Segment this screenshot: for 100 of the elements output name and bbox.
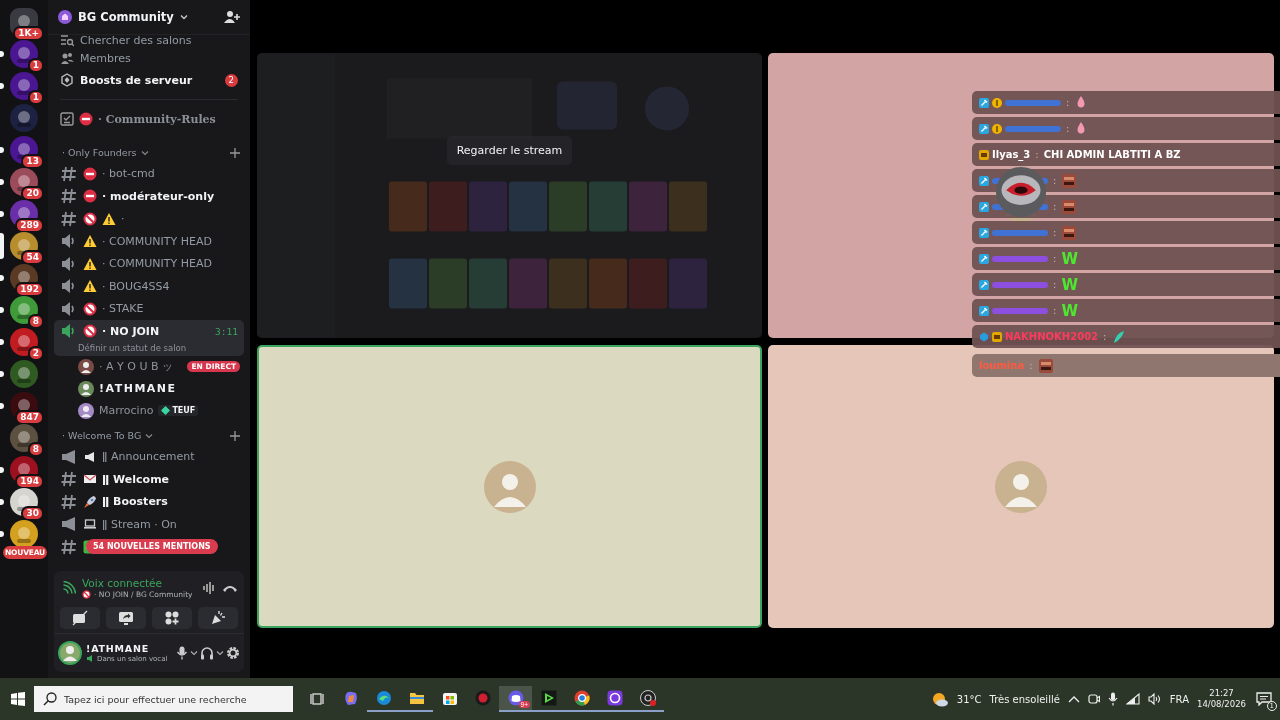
- server-icon[interactable]: [10, 424, 38, 452]
- language-indicator[interactable]: FRA: [1169, 693, 1189, 705]
- avatar[interactable]: [58, 641, 82, 665]
- face-emote-icon: [1061, 224, 1078, 241]
- disconnect-icon[interactable]: [222, 583, 238, 593]
- nav-item[interactable]: Membres: [80, 51, 131, 65]
- category-name[interactable]: · Only Founders: [62, 147, 137, 158]
- channel-name[interactable]: · COMMUNITY HEAD: [102, 257, 212, 271]
- task-view-icon: [309, 690, 326, 706]
- channel-name[interactable]: · NO JOIN: [102, 324, 160, 338]
- invite-icon[interactable]: [224, 10, 240, 24]
- megaphone-icon: [60, 515, 78, 534]
- volume-icon[interactable]: [1147, 693, 1162, 705]
- separator-colon: :: [1029, 360, 1033, 371]
- chevron-down-icon[interactable]: [140, 148, 149, 157]
- warning-icon: [83, 256, 97, 271]
- server-name[interactable]: BG Community: [78, 10, 174, 24]
- search-icon: [43, 692, 57, 706]
- moderator-badge-icon: [979, 175, 989, 186]
- server-icon[interactable]: [10, 296, 38, 324]
- microphone-icon[interactable]: [176, 646, 188, 660]
- speaker-icon: [86, 654, 95, 663]
- windows-start-icon[interactable]: [11, 692, 25, 706]
- separator-colon: :: [1103, 331, 1107, 342]
- store-icon: [441, 690, 458, 706]
- channel-name[interactable]: · Community-Rules: [98, 112, 216, 126]
- server-icon[interactable]: [10, 328, 38, 356]
- server-icon[interactable]: [58, 10, 72, 24]
- channel-name[interactable]: ǁ Boosters: [102, 495, 168, 509]
- server-icon[interactable]: [10, 72, 38, 100]
- watch-stream-button[interactable]: Regarder le stream: [446, 136, 573, 165]
- separator-colon: :: [1053, 279, 1057, 290]
- channel-name[interactable]: · bot-cmd: [102, 167, 155, 181]
- server-icon[interactable]: [10, 520, 38, 548]
- camera-off-icon: [72, 610, 88, 626]
- chat-text: CHI ADMIN LABTITI A BZ: [1043, 149, 1181, 160]
- app-icon: [540, 690, 557, 706]
- channel-name[interactable]: ·: [121, 212, 125, 226]
- coin-icon: [992, 97, 1002, 108]
- prohibited-icon: [83, 324, 97, 339]
- add-channel-icon[interactable]: [230, 430, 240, 441]
- moderator-badge-icon: [979, 305, 989, 316]
- members-icon[interactable]: [60, 51, 74, 65]
- category-name[interactable]: · Welcome To BG: [62, 430, 142, 441]
- voice-control-button[interactable]: [60, 607, 100, 629]
- channel-status[interactable]: Définir un statut de salon: [54, 342, 244, 353]
- nav-item[interactable]: Chercher des salons: [80, 35, 192, 47]
- server-icon[interactable]: [10, 40, 38, 68]
- chevron-up-icon[interactable]: [1067, 694, 1080, 704]
- boost-icon[interactable]: [60, 73, 74, 87]
- chat-text: W: [1061, 301, 1078, 320]
- rocket-icon: [83, 494, 97, 509]
- unread-badge: 13: [21, 154, 44, 169]
- channel-name[interactable]: ǁ Welcome: [102, 472, 170, 486]
- settings-icon[interactable]: [226, 646, 240, 660]
- headphones-icon[interactable]: [200, 646, 214, 660]
- channel-name[interactable]: ǁ Announcement: [102, 450, 195, 464]
- voice-control-button[interactable]: [106, 607, 146, 629]
- clock-time[interactable]: 21:27: [1209, 688, 1234, 699]
- chevron-down-icon[interactable]: [190, 649, 198, 657]
- channel-name[interactable]: · modérateur-only: [102, 189, 215, 203]
- clock-date[interactable]: 14/08/2026: [1197, 699, 1246, 710]
- member-name[interactable]: Marrocino: [99, 404, 154, 417]
- search-channels-icon[interactable]: [60, 35, 74, 47]
- voice-control-button[interactable]: [152, 607, 192, 629]
- add-channel-icon[interactable]: [230, 147, 240, 158]
- chevron-down-icon[interactable]: [179, 13, 188, 21]
- coin-icon: [992, 123, 1002, 134]
- microphone-icon[interactable]: [1107, 692, 1118, 706]
- mentions-badge[interactable]: 54 NOUVELLES MENTIONS: [86, 538, 218, 554]
- selected-channel[interactable]: · NO JOIN 3:11 Définir un statut de salon: [54, 320, 244, 356]
- folder-icon: [408, 690, 425, 706]
- unread-badge: 194: [15, 474, 44, 489]
- channel-name[interactable]: · COMMUNITY HEAD: [102, 234, 212, 248]
- video-tile[interactable]: Regarder le stream: [257, 53, 762, 338]
- warning-icon: [102, 211, 116, 226]
- chevron-down-icon[interactable]: [145, 431, 154, 440]
- video-tile[interactable]: [257, 345, 762, 628]
- member-name[interactable]: · A Y O U B ッ: [99, 359, 173, 374]
- noise-suppression-icon[interactable]: [202, 581, 216, 595]
- notifications-icon[interactable]: [1256, 692, 1272, 706]
- face-emote-icon: [1061, 172, 1078, 189]
- copilot-icon: [342, 690, 359, 706]
- voice-control-button[interactable]: [198, 607, 238, 629]
- search-field[interactable]: Tapez ici pour effectuer une recherche: [34, 686, 293, 712]
- wifi-icon[interactable]: [1125, 693, 1140, 705]
- weather-icon: [930, 691, 949, 707]
- avatar: [995, 460, 1047, 513]
- channel-name[interactable]: · BOUG4SS4: [102, 279, 170, 293]
- voice-status: Voix connectée: [82, 577, 164, 589]
- unread-badge: 847: [15, 410, 44, 425]
- camera-icon[interactable]: [1087, 692, 1100, 706]
- video-tile[interactable]: [768, 345, 1274, 628]
- moderator-badge-icon: [979, 279, 989, 290]
- member-name[interactable]: !ATHMANE: [99, 382, 177, 395]
- chevron-down-icon[interactable]: [216, 649, 224, 657]
- channel-name[interactable]: · STAKE: [102, 302, 144, 316]
- nav-item[interactable]: Boosts de serveur: [80, 73, 193, 87]
- channel-name[interactable]: ǁ Stream · On: [102, 517, 177, 531]
- separator-colon: :: [1035, 149, 1039, 160]
